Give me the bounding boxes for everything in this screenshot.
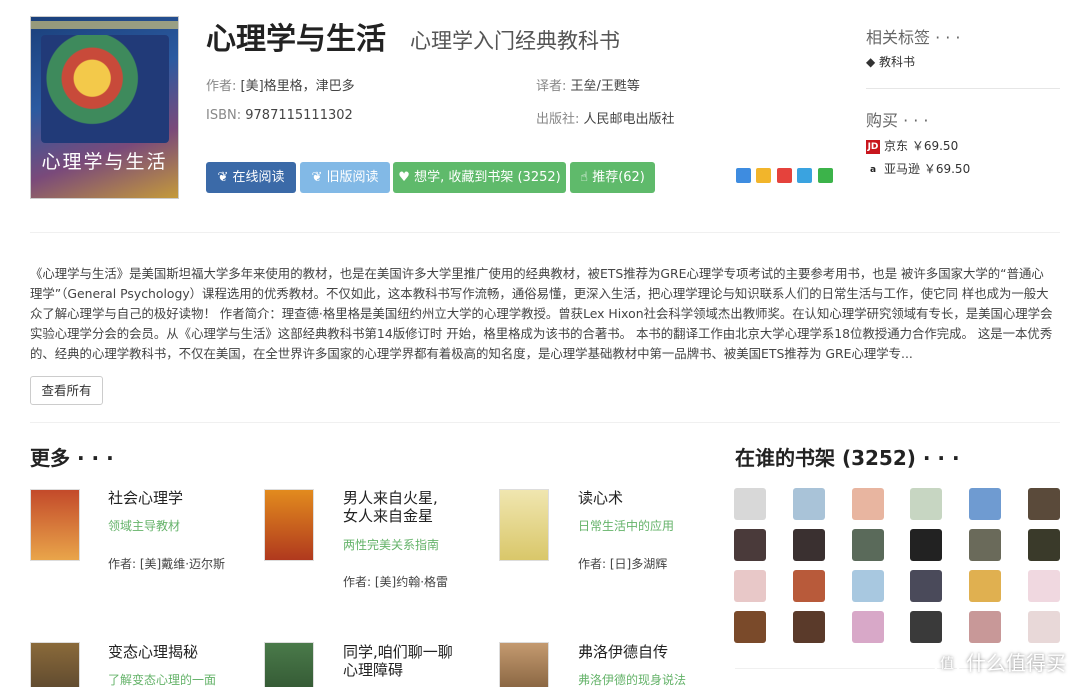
tags-heading: 相关标签 · · · xyxy=(866,28,961,47)
user-avatar[interactable] xyxy=(969,570,1002,602)
divider xyxy=(30,232,1060,233)
user-avatar[interactable] xyxy=(792,611,825,643)
divider xyxy=(30,422,1060,423)
book-tag: 日常生活中的应用 xyxy=(578,519,675,533)
store-jd[interactable]: JD 京东 ￥69.50 xyxy=(866,137,958,154)
user-avatar[interactable] xyxy=(1028,488,1060,520)
translator-value: 王垒/王甦等 xyxy=(570,79,640,94)
tag-textbook[interactable]: ◆ 教科书 xyxy=(866,53,915,70)
book-tag: 了解变态心理的一面 xyxy=(108,673,217,687)
jd-icon: JD xyxy=(866,139,880,154)
user-avatar[interactable] xyxy=(969,529,1002,561)
book-cover[interactable]: 心理学与生活 xyxy=(30,16,179,199)
book-name[interactable]: 社会心理学 xyxy=(108,489,218,507)
author-row: 作者: [美]格里格，津巴多 xyxy=(206,75,355,94)
cover-art xyxy=(41,35,169,143)
heart-icon: ♥ xyxy=(398,170,415,185)
isbn-row: ISBN: 9787115111302 xyxy=(206,108,353,123)
book-tag: 领域主导教材 xyxy=(108,519,181,533)
qq-icon[interactable] xyxy=(797,168,812,183)
book-author: 作者: [日]多湖辉 xyxy=(578,557,668,571)
view-all-button[interactable]: 查看所有 xyxy=(30,376,103,405)
user-avatar[interactable] xyxy=(851,570,884,602)
qzone-icon[interactable] xyxy=(736,168,751,183)
publisher-value: 人民邮电出版社 xyxy=(583,112,675,127)
book-subtitle: 心理学入门经典教科书 xyxy=(410,29,620,53)
book-thumb[interactable] xyxy=(499,489,549,561)
user-avatar[interactable] xyxy=(969,611,1002,643)
user-avatar[interactable] xyxy=(851,611,884,643)
publisher-row: 出版社: 人民邮电出版社 xyxy=(536,108,675,127)
old-read-button[interactable]: ❦ 旧版阅读 xyxy=(300,162,390,193)
wechat-icon[interactable] xyxy=(818,168,833,183)
user-avatar[interactable] xyxy=(792,488,825,520)
translator-row: 译者: 王垒/王甦等 xyxy=(536,75,640,94)
user-avatar[interactable] xyxy=(969,488,1002,520)
cover-title: 心理学与生活 xyxy=(41,151,168,173)
user-avatar[interactable] xyxy=(910,488,943,520)
tag-icon: ◆ xyxy=(866,55,880,69)
book-name[interactable]: 变态心理揭秘 xyxy=(108,643,228,661)
isbn-value: 9787115111302 xyxy=(245,108,353,123)
user-avatar[interactable] xyxy=(851,488,884,520)
user-avatar[interactable] xyxy=(734,570,766,602)
book-thumb[interactable] xyxy=(30,642,80,687)
user-avatar[interactable] xyxy=(1028,570,1060,602)
watermark-logo-icon: 值 xyxy=(934,651,960,677)
shelf-heading: 在谁的书架 (3252) · · · xyxy=(735,446,960,470)
more-heading: 更多 · · · xyxy=(30,446,114,470)
user-avatar[interactable] xyxy=(734,611,766,643)
book-name[interactable]: 同学,咱们聊一聊 心理障碍 xyxy=(343,643,468,679)
user-avatar[interactable] xyxy=(792,570,825,602)
amazon-icon: a xyxy=(866,162,880,177)
book-tag: 弗洛伊德的现身说法 xyxy=(578,673,687,687)
thumbs-up-icon: ☝ xyxy=(580,170,593,185)
leaf-icon: ❦ xyxy=(217,170,233,185)
user-avatar[interactable] xyxy=(851,529,884,561)
book-author: 作者: [美]戴维·迈尔斯 xyxy=(108,557,226,571)
user-avatar[interactable] xyxy=(734,488,766,520)
book-name[interactable]: 男人来自火星, 女人来自金星 xyxy=(343,489,455,525)
book-thumb[interactable] xyxy=(30,489,80,561)
book-author: 作者: [美]约翰·格雷 xyxy=(343,575,449,589)
book-tag: 两性完美关系指南 xyxy=(343,538,440,552)
weibo-icon[interactable] xyxy=(777,168,792,183)
recommend-button[interactable]: ☝ 推荐(62) xyxy=(570,162,655,193)
book-description: 《心理学与生活》是美国斯坦福大学多年来使用的教材，也是在美国许多大学里推广使用的… xyxy=(30,266,1053,361)
divider xyxy=(866,88,1060,89)
buy-heading: 购买 · · · xyxy=(866,111,929,130)
book-thumb[interactable] xyxy=(264,489,314,561)
book-thumb[interactable] xyxy=(499,642,549,687)
book-name[interactable]: 读心术 xyxy=(578,489,690,507)
user-avatar[interactable] xyxy=(910,611,943,643)
user-avatar[interactable] xyxy=(910,570,943,602)
star-icon[interactable] xyxy=(756,168,771,183)
store-amazon[interactable]: a 亚马逊 ￥69.50 xyxy=(866,160,970,177)
online-read-button[interactable]: ❦ 在线阅读 xyxy=(206,162,296,193)
translator-label: 译者: xyxy=(536,79,567,94)
user-avatar[interactable] xyxy=(1028,529,1060,561)
publisher-label: 出版社: xyxy=(536,112,580,127)
user-avatar[interactable] xyxy=(1028,611,1060,643)
isbn-label: ISBN: xyxy=(206,108,242,123)
user-avatar[interactable] xyxy=(734,529,766,561)
watermark: 值什么值得买 xyxy=(934,647,1066,677)
book-title: 心理学与生活 xyxy=(206,22,386,57)
author-value[interactable]: [美]格里格，津巴多 xyxy=(241,79,355,94)
book-thumb[interactable] xyxy=(264,642,314,687)
leaf-icon: ❦ xyxy=(311,170,327,185)
book-name[interactable]: 弗洛伊德自传 xyxy=(578,643,698,661)
cover-strip xyxy=(31,21,178,29)
want-button[interactable]: ♥ 想学, 收藏到书架 (3252) xyxy=(393,162,566,193)
author-label: 作者: xyxy=(206,79,237,94)
user-avatar[interactable] xyxy=(910,529,943,561)
user-avatar[interactable] xyxy=(792,529,825,561)
